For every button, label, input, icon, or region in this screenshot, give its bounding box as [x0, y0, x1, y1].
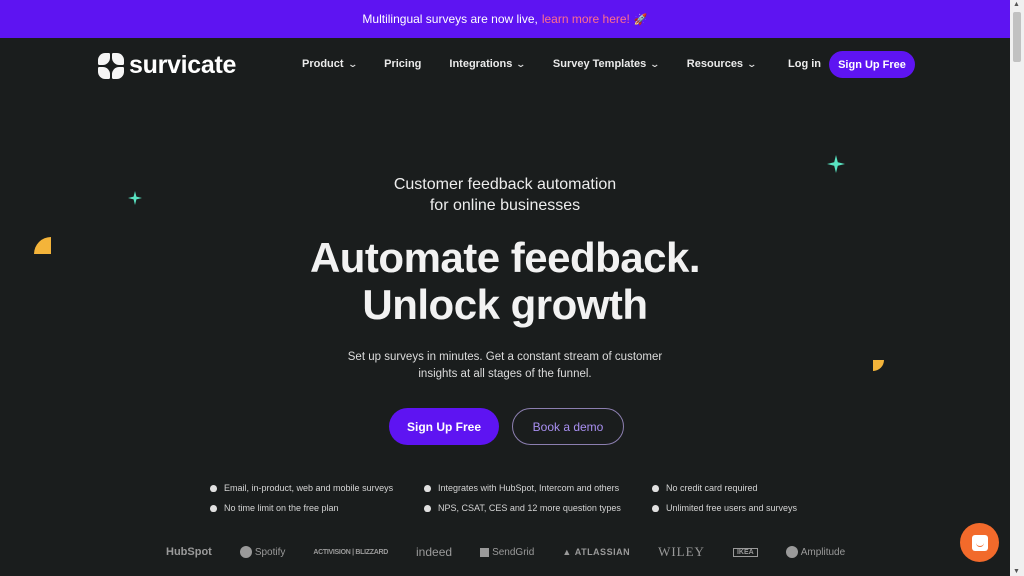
scrollbar-thumb[interactable] — [1013, 12, 1021, 62]
survicate-logo[interactable]: survicate — [98, 51, 236, 80]
chat-bubble-icon — [971, 534, 988, 551]
banner-text: Multilingual surveys are now live, — [362, 12, 538, 26]
nav-item-integrations[interactable]: Integrations ⌄ — [449, 58, 527, 70]
main-menu: Product ⌄ Pricing Integrations ⌄ Survey … — [302, 58, 784, 70]
logo-mark-icon — [98, 52, 124, 79]
feature-text: Unlimited free users and surveys — [666, 503, 798, 513]
feature-item: Unlimited free users and surveys — [652, 502, 830, 514]
activision-blizzard-logo: ACTIVISION | BLIZZARD — [313, 548, 389, 556]
feature-item: No credit card required — [652, 482, 830, 494]
check-icon — [424, 504, 431, 512]
hero-signup-button[interactable]: Sign Up Free — [389, 408, 499, 445]
logo-text: Spotify — [254, 546, 286, 558]
chevron-down-icon: ⌄ — [515, 58, 527, 69]
nav-item-label: Survey Templates — [552, 58, 647, 70]
logo-text: ATLASSIAN — [574, 547, 631, 557]
chat-launcher-button[interactable] — [960, 523, 999, 562]
feature-text: NPS, CSAT, CES and 12 more question type… — [438, 503, 621, 513]
chevron-down-icon: ⌄ — [649, 58, 661, 69]
nav-item-label: Pricing — [384, 58, 422, 70]
logo-wordmark: survicate — [129, 51, 237, 79]
scroll-up-icon[interactable]: ▲ — [1013, 1, 1020, 8]
top-navigation: survicate Product ⌄ Pricing Integrations… — [0, 38, 1010, 90]
feature-item: NPS, CSAT, CES and 12 more question type… — [424, 502, 652, 514]
chevron-down-icon: ⌄ — [347, 58, 358, 69]
hero-subtext: Set up surveys in minutes. Get a constan… — [0, 349, 1010, 383]
headline-line: Unlock growth — [362, 281, 648, 328]
nav-item-product[interactable]: Product ⌄ — [302, 58, 358, 70]
check-icon — [210, 484, 217, 492]
nav-item-label: Resources — [686, 58, 744, 70]
check-icon — [424, 484, 431, 492]
banner-learn-more-link[interactable]: learn more here! — [542, 12, 630, 26]
page-scrollbar[interactable]: ▲ ▼ — [1010, 0, 1024, 576]
nav-item-pricing[interactable]: Pricing — [384, 58, 421, 70]
nav-item-resources[interactable]: Resources ⌄ — [686, 58, 758, 70]
announcement-banner: Multilingual surveys are now live, learn… — [0, 0, 1010, 38]
headline-line: Automate feedback. — [309, 234, 701, 281]
check-icon — [652, 504, 659, 512]
feature-item: Integrates with HubSpot, Intercom and ot… — [424, 482, 652, 494]
nav-item-label: Integrations — [449, 58, 513, 70]
hero-headline: Automate feedback. Unlock growth — [0, 234, 1010, 328]
feature-text: No time limit on the free plan — [224, 503, 339, 513]
feature-item: No time limit on the free plan — [210, 502, 424, 514]
nav-signup-button[interactable]: Sign Up Free — [829, 51, 915, 78]
subtext-line: insights at all stages of the funnel. — [418, 368, 592, 380]
amplitude-logo: Amplitude — [785, 546, 846, 558]
hero-eyebrow: Customer feedback automation for online … — [0, 174, 1010, 216]
spotify-logo: Spotify — [239, 546, 286, 558]
check-icon — [652, 484, 659, 492]
indeed-logo: indeed — [416, 545, 453, 559]
login-link[interactable]: Log in — [788, 58, 821, 70]
feature-text: Integrates with HubSpot, Intercom and ot… — [438, 483, 620, 493]
sendgrid-icon — [480, 547, 490, 557]
feature-text: Email, in-product, web and mobile survey… — [224, 483, 394, 493]
logo-text: SendGrid — [492, 546, 535, 558]
ikea-logo: IKEA — [732, 547, 758, 557]
nav-item-label: Product — [302, 58, 344, 70]
book-demo-button[interactable]: Book a demo — [512, 408, 624, 445]
nav-item-survey-templates[interactable]: Survey Templates ⌄ — [552, 58, 661, 70]
subtext-line: Set up surveys in minutes. Get a constan… — [347, 351, 663, 363]
logo-text: Amplitude — [800, 546, 846, 558]
feature-text: No credit card required — [666, 483, 758, 493]
chevron-down-icon: ⌄ — [746, 58, 758, 69]
atlassian-logo: ▲ ATLASSIAN — [562, 547, 630, 557]
hubspot-logo: HubSpot — [166, 546, 212, 558]
sendgrid-logo: SendGrid — [480, 547, 534, 558]
sparkle-icon — [827, 155, 845, 173]
spotify-icon — [239, 546, 252, 558]
amplitude-icon — [785, 546, 798, 558]
feature-item: Email, in-product, web and mobile survey… — [210, 482, 424, 494]
atlassian-icon: ▲ — [562, 547, 572, 557]
eyebrow-line: for online businesses — [429, 197, 581, 214]
rocket-icon: 🚀 — [633, 13, 648, 26]
feature-list: Email, in-product, web and mobile survey… — [210, 482, 830, 514]
check-icon — [210, 504, 217, 512]
scroll-down-icon[interactable]: ▼ — [1013, 568, 1020, 575]
eyebrow-line: Customer feedback automation — [393, 176, 617, 193]
page: Multilingual surveys are now live, learn… — [0, 0, 1010, 576]
wiley-logo: WILEY — [658, 544, 705, 559]
customer-logos: HubSpot Spotify ACTIVISION | BLIZZARD in… — [166, 544, 873, 560]
